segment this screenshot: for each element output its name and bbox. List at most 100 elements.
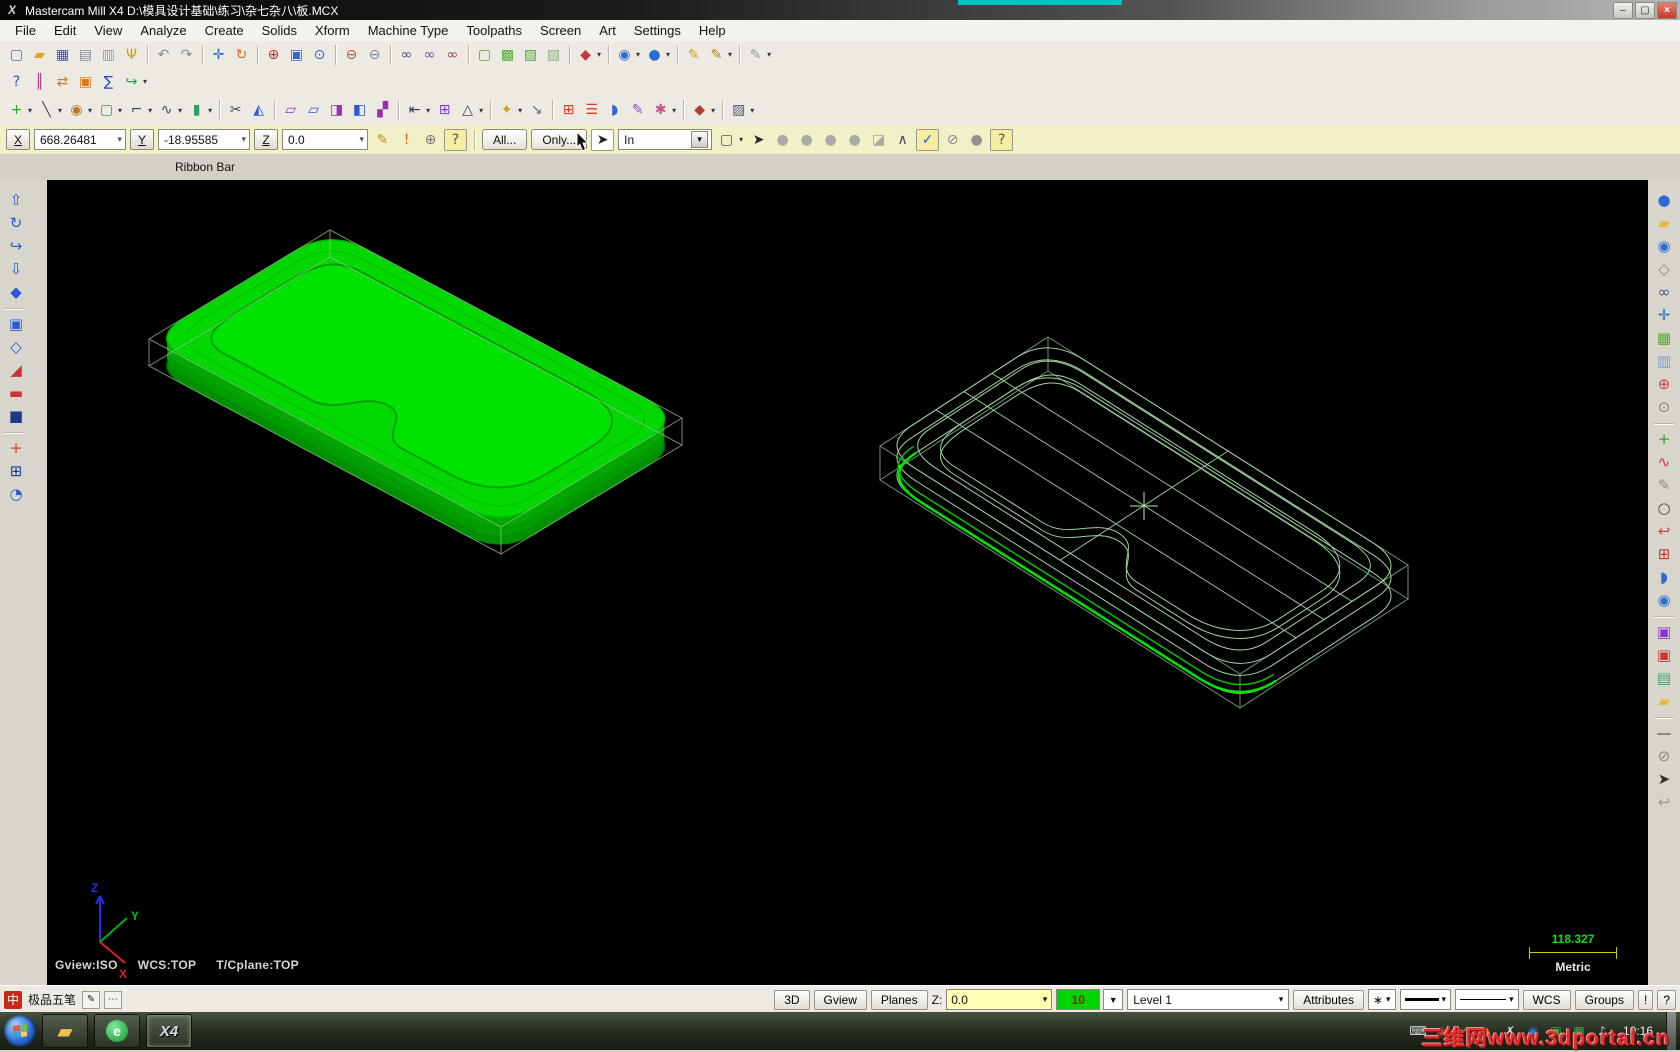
solids-fillet-icon[interactable]: ◆ <box>4 282 28 303</box>
back-arrow-icon[interactable]: ↩ <box>1652 792 1676 813</box>
create-plus-icon[interactable]: + <box>1652 429 1676 450</box>
xform-stretch-dropdown-icon[interactable]: ▾ <box>426 106 430 115</box>
select-cursor-icon[interactable]: ➤ <box>591 128 615 151</box>
selection-window-dropdown-icon[interactable]: ▾ <box>739 135 743 144</box>
taskbar-browser-button[interactable]: e <box>94 1014 140 1048</box>
xform-array-icon[interactable]: ⊞ <box>434 100 455 120</box>
dynamic-rotate-icon[interactable]: ↻ <box>231 45 252 65</box>
attributes-button[interactable]: Attributes <box>1293 989 1364 1010</box>
xform-translate-icon[interactable]: ▱ <box>280 100 301 120</box>
zoom-out-icon[interactable]: ⊖ <box>364 45 385 65</box>
menu-screen[interactable]: Screen <box>531 20 590 41</box>
gview-select-icon[interactable]: ◉ <box>614 45 635 65</box>
surface-blue-icon[interactable]: ◗ <box>1652 567 1676 588</box>
level-selector[interactable]: Level 1 ▾ <box>1127 989 1290 1010</box>
create-point-icon[interactable]: + <box>6 100 27 120</box>
screen-grab-icon[interactable]: Ψ <box>121 45 142 65</box>
select-expand-icon[interactable]: ∧ <box>892 130 913 150</box>
create-spline-icon[interactable]: ∿ <box>156 100 177 120</box>
x-coordinate-field[interactable]: 668.26481 ▾ <box>34 129 126 150</box>
file-properties-icon[interactable]: ▥ <box>98 45 119 65</box>
solids-loft-icon[interactable]: ⇩ <box>4 259 28 280</box>
copy-entities-icon[interactable]: ▥ <box>1652 351 1676 372</box>
solids-chamfer-icon[interactable]: ◇ <box>4 337 28 358</box>
screen-shrink-icon[interactable]: ↘ <box>526 100 547 120</box>
surface-trim-icon[interactable]: ◭ <box>248 100 269 120</box>
point-style-selector[interactable]: ∗ ▾ <box>1367 989 1396 1010</box>
select-filter-4-icon[interactable]: ● <box>844 130 865 150</box>
delete-entities-icon[interactable]: ◆ <box>575 45 596 65</box>
menu-help[interactable]: Help <box>690 20 735 41</box>
ruler-line-icon[interactable]: — <box>1652 723 1676 744</box>
repaint-icon[interactable]: ∞ <box>419 45 440 65</box>
zoom-target-icon[interactable]: ⊕ <box>263 45 284 65</box>
select-filter-1-icon[interactable]: ● <box>772 130 793 150</box>
screen-combine-icon[interactable]: ✦ <box>496 100 517 120</box>
solids-extrude-icon[interactable]: ⇧ <box>4 190 28 211</box>
solids-history-icon[interactable]: ◔ <box>4 484 28 505</box>
gview-select-dropdown-icon[interactable]: ▾ <box>636 50 640 59</box>
open-folder-icon[interactable]: ▰ <box>1652 213 1676 234</box>
zoom-window-icon[interactable]: ▣ <box>286 45 307 65</box>
menu-view[interactable]: View <box>85 20 131 41</box>
solids-thicken-icon[interactable]: ■ <box>4 406 28 427</box>
create-rectangle-icon[interactable]: ▢ <box>96 100 117 120</box>
curve-cut-icon[interactable]: ✂ <box>225 100 246 120</box>
grid-settings-icon[interactable]: ⊞ <box>558 100 579 120</box>
solids-stamp-icon[interactable]: ◆ <box>689 100 710 120</box>
create-primitives-icon[interactable]: ▮ <box>186 100 207 120</box>
create-curve-icon[interactable]: ∿ <box>1652 452 1676 473</box>
color-selector[interactable]: 10 <box>1056 989 1101 1010</box>
undo-icon[interactable]: ↶ <box>153 45 174 65</box>
graphics-viewport[interactable]: Z Y X Gview:ISO WCS:TOP T/Cplane:TOP 118… <box>47 180 1648 985</box>
menu-solids[interactable]: Solids <box>253 20 306 41</box>
create-fillet-dropdown-icon[interactable]: ▾ <box>148 106 152 115</box>
create-line-icon[interactable]: ╲ <box>36 100 57 120</box>
xform-copy-icon[interactable]: ▱ <box>303 100 324 120</box>
palette-icon[interactable]: ▤ <box>1652 668 1676 689</box>
attributes-red-icon[interactable]: ▣ <box>1652 645 1676 666</box>
save-file-icon[interactable]: ▦ <box>52 45 73 65</box>
menu-create[interactable]: Create <box>196 20 253 41</box>
open-file-icon[interactable]: ▰ <box>29 45 50 65</box>
gview-cube-icon[interactable]: ◇ <box>1652 259 1676 280</box>
view-pan-icon[interactable]: ✛ <box>1652 305 1676 326</box>
gview-globe-icon[interactable]: ◉ <box>1652 236 1676 257</box>
render-flower-dropdown-icon[interactable]: ▾ <box>672 106 676 115</box>
screen-combine-dropdown-icon[interactable]: ▾ <box>518 106 522 115</box>
undelete-icon[interactable]: ✎ <box>745 45 766 65</box>
create-rectangle-dropdown-icon[interactable]: ▾ <box>118 106 122 115</box>
folder-yellow-icon[interactable]: ▰ <box>1652 691 1676 712</box>
grid-red-icon[interactable]: ⊞ <box>1652 544 1676 565</box>
menu-file[interactable]: File <box>6 20 45 41</box>
menu-settings[interactable]: Settings <box>625 20 690 41</box>
zoom-out-80-icon[interactable]: ⊖ <box>341 45 362 65</box>
fast-point-icon[interactable]: ✎ <box>372 130 393 150</box>
solids-draft-icon[interactable]: ◢ <box>4 360 28 381</box>
create-primitives-dropdown-icon[interactable]: ▾ <box>208 106 212 115</box>
solids-boolean-add-icon[interactable]: + <box>4 438 28 459</box>
z-coordinate-field[interactable]: 0.0 ▾ <box>282 129 368 150</box>
selection-help-icon[interactable]: ? <box>990 128 1014 151</box>
shading-off-icon[interactable]: ▧ <box>543 45 564 65</box>
xform-project-icon[interactable]: ◧ <box>349 100 370 120</box>
set-attributes-multi-dropdown-icon[interactable]: ▾ <box>728 50 732 59</box>
set-attributes-multi-icon[interactable]: ✎ <box>706 45 727 65</box>
print-icon[interactable]: ▤ <box>75 45 96 65</box>
surface-hatch-icon[interactable]: ▨ <box>728 100 749 120</box>
attributes-purple-icon[interactable]: ▣ <box>1652 622 1676 643</box>
xform-mirror-icon[interactable]: ▞ <box>372 100 393 120</box>
view-binoculars-icon[interactable]: ∞ <box>1652 282 1676 303</box>
color-dropdown-button[interactable]: ▼ <box>1103 989 1124 1010</box>
zoom-settings-icon[interactable]: ⊙ <box>1652 397 1676 418</box>
redo-icon[interactable]: ↷ <box>176 45 197 65</box>
menu-toolpaths[interactable]: Toolpaths <box>457 20 531 41</box>
select-arrow-icon[interactable]: ➤ <box>748 130 769 150</box>
start-button[interactable] <box>4 1015 36 1047</box>
analyze-volume-icon[interactable]: ∑ <box>98 72 119 92</box>
globe-2-icon[interactable]: ◉ <box>1652 590 1676 611</box>
create-line-dropdown-icon[interactable]: ▾ <box>58 106 62 115</box>
wcs-button[interactable]: WCS <box>1522 989 1571 1010</box>
select-none-icon[interactable]: ⊘ <box>942 130 963 150</box>
close-button[interactable]: × <box>1657 1 1677 19</box>
